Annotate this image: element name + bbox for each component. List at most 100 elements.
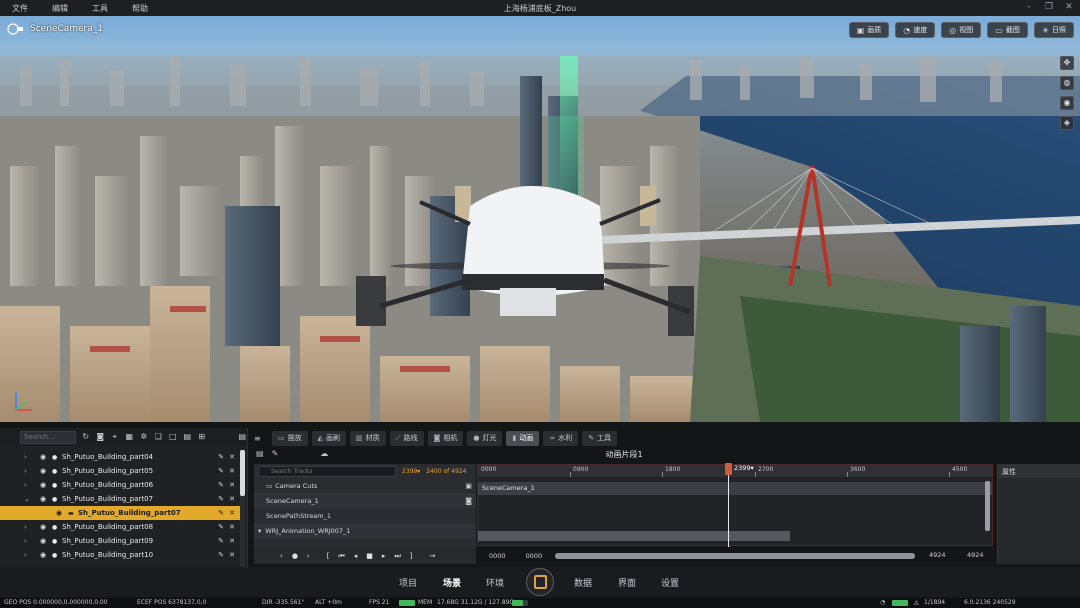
- camera-small-icon[interactable]: ◙: [96, 432, 106, 442]
- delete-icon[interactable]: ✕: [229, 523, 235, 531]
- camera-track-icon[interactable]: ◙: [465, 497, 472, 505]
- track-menu-icon[interactable]: ▣: [465, 482, 472, 490]
- close-icon[interactable]: ✕: [1064, 2, 1074, 13]
- edit-icon[interactable]: ✎: [218, 495, 224, 503]
- track-row[interactable]: ▭ Camera Cuts ▣: [254, 478, 476, 493]
- bracket-close-icon[interactable]: ]: [410, 552, 413, 560]
- layers-icon[interactable]: ◈: [1060, 116, 1074, 130]
- visibility-icon[interactable]: ◉: [40, 551, 52, 559]
- delete-icon[interactable]: ✕: [229, 537, 235, 545]
- visibility-icon[interactable]: ◉: [40, 537, 52, 545]
- loop-arrow-icon[interactable]: →: [429, 552, 435, 560]
- chevron-right-icon[interactable]: ›: [24, 453, 34, 461]
- delete-icon[interactable]: ✕: [229, 509, 235, 517]
- bracket-open-icon[interactable]: [: [327, 552, 330, 560]
- minimize-icon[interactable]: –: [1024, 2, 1034, 13]
- chevron-right-icon[interactable]: ›: [24, 467, 34, 475]
- next-icon[interactable]: ›: [307, 552, 310, 560]
- tab-place[interactable]: ▭ 摆放: [272, 430, 308, 446]
- copy-icon[interactable]: ❏: [154, 432, 164, 442]
- square-icon[interactable]: □: [168, 432, 178, 442]
- menu-file[interactable]: 文件: [0, 3, 40, 14]
- tree-item[interactable]: › ◉ ● Sh_Putuo_Building_part08 ✎ ✕: [0, 520, 240, 534]
- delete-icon[interactable]: ✕: [229, 467, 235, 475]
- track-row[interactable]: ▾ WRJ_Animation_WRJ007_1: [254, 523, 476, 538]
- timeline-scrollbar[interactable]: [985, 481, 990, 531]
- expand-icon[interactable]: ▾: [258, 527, 261, 535]
- jump-end-icon[interactable]: ⏭: [394, 552, 400, 561]
- edit-icon[interactable]: ✎: [218, 509, 224, 517]
- edit-icon[interactable]: ✎: [218, 523, 224, 531]
- nav-project[interactable]: 项目: [399, 576, 417, 589]
- tab-route[interactable]: ⟋ 路线: [389, 430, 424, 446]
- tree-item[interactable]: › ◉ ● Sh_Putuo_Building_part04 ✎ ✕: [0, 450, 240, 464]
- screenshot-button[interactable]: ▭ 截图: [987, 22, 1028, 38]
- playhead-handle[interactable]: [725, 463, 732, 475]
- step-back-icon[interactable]: ◂: [354, 552, 358, 560]
- edit-icon[interactable]: ✎: [218, 537, 224, 545]
- visibility-icon[interactable]: ◉: [40, 523, 52, 531]
- menu-edit[interactable]: 编辑: [40, 3, 80, 14]
- nav-settings[interactable]: 设置: [661, 576, 679, 589]
- list-view-icon[interactable]: ▤: [238, 432, 248, 442]
- prev-icon[interactable]: ‹: [280, 552, 283, 560]
- play-icon[interactable]: ▸: [382, 552, 386, 560]
- timeline[interactable]: 0000 0900 1800 2700 3600 4500 SceneCamer…: [477, 463, 993, 547]
- edit-icon[interactable]: ✎: [218, 453, 224, 461]
- speed-gauge-icon[interactable]: ◔: [880, 599, 885, 606]
- track-row[interactable]: ScenePathStream_1: [254, 508, 476, 523]
- outliner-search-input[interactable]: [20, 430, 76, 444]
- tab-animation[interactable]: ▮ 动画: [506, 430, 540, 446]
- range-scrollbar[interactable]: [555, 553, 915, 559]
- chevron-right-icon[interactable]: ›: [24, 523, 34, 531]
- refresh-icon[interactable]: ↻: [81, 432, 91, 442]
- speed-button[interactable]: ◔ 速度: [895, 22, 936, 38]
- folder-icon[interactable]: ▤: [183, 432, 193, 442]
- delete-icon[interactable]: ✕: [229, 551, 235, 559]
- tab-material[interactable]: ▥ 材质: [350, 430, 386, 446]
- dot-icon[interactable]: ●: [292, 552, 298, 560]
- track-search-input[interactable]: [258, 465, 396, 477]
- settings-icon[interactable]: ✲: [139, 432, 149, 442]
- chevron-right-icon[interactable]: ›: [24, 481, 34, 489]
- group-icon[interactable]: ▦: [125, 432, 135, 442]
- layout-icon[interactable]: ⊞: [197, 432, 207, 442]
- chevron-down-icon[interactable]: ⌄: [24, 495, 34, 503]
- home-cube-button[interactable]: [526, 568, 554, 596]
- tree-item[interactable]: › ◉ ● Sh_Putuo_Building_part06 ✎ ✕: [0, 478, 240, 492]
- tab-hydraulics[interactable]: ≈ 水利: [543, 430, 579, 446]
- nav-environment[interactable]: 环境: [486, 576, 504, 589]
- edit-icon[interactable]: ✎: [218, 467, 224, 475]
- scene-viewport[interactable]: SceneCamera_1 ▣ 画质 ◔ 速度 ◎ 视图 ▭ 截图 ☀ 日照 ✥ ◍ ◉ …: [0, 16, 1080, 422]
- visibility-icon[interactable]: ◉: [40, 481, 52, 489]
- globe-icon[interactable]: ◍: [1060, 76, 1074, 90]
- menu-tools[interactable]: 工具: [80, 3, 120, 14]
- delete-icon[interactable]: ✕: [229, 453, 235, 461]
- range-thumb[interactable]: [555, 553, 915, 559]
- view-button[interactable]: ◎ 视图: [941, 22, 982, 38]
- menu-help[interactable]: 帮助: [120, 3, 160, 14]
- tabs-menu-icon[interactable]: ≡: [254, 434, 268, 443]
- edit-icon[interactable]: ✎: [218, 481, 224, 489]
- visibility-icon[interactable]: ◉: [40, 467, 52, 475]
- track-row[interactable]: SceneCamera_1 ◙: [254, 493, 476, 508]
- chevron-right-icon[interactable]: ›: [24, 537, 34, 545]
- visibility-icon[interactable]: ◉: [56, 509, 68, 517]
- chevron-right-icon[interactable]: ›: [24, 551, 34, 559]
- stop-icon[interactable]: ■: [366, 552, 373, 560]
- tab-brush[interactable]: ◭ 画刷: [311, 430, 347, 446]
- scrollbar-thumb[interactable]: [240, 450, 245, 496]
- warning-icon[interactable]: ◬: [914, 599, 919, 606]
- move-icon[interactable]: ✥: [1060, 56, 1074, 70]
- tab-tools[interactable]: ✎ 工具: [582, 430, 618, 446]
- tab-light[interactable]: ● 灯光: [467, 430, 503, 446]
- sunlight-button[interactable]: ☀ 日照: [1033, 22, 1074, 38]
- quality-button[interactable]: ▣ 画质: [848, 22, 890, 38]
- animation-clip[interactable]: [478, 531, 790, 541]
- nav-interface[interactable]: 界面: [618, 576, 636, 589]
- jump-start-icon[interactable]: ⏮: [338, 552, 344, 561]
- restore-icon[interactable]: ❐: [1044, 2, 1054, 13]
- tab-camera[interactable]: ◙ 相机: [427, 430, 464, 446]
- nav-scene[interactable]: 场景: [443, 576, 461, 589]
- tree-item-selected[interactable]: ◉ ▬ Sh_Putuo_Building_part07 ✎ ✕: [0, 506, 240, 520]
